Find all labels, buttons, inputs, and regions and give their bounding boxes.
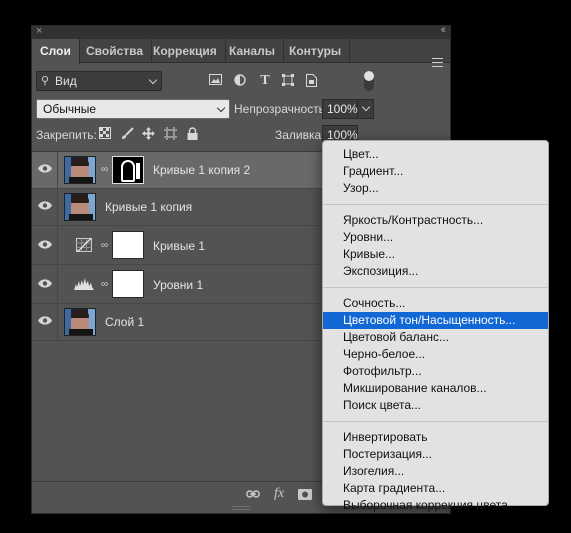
menu-item[interactable]: Уровни... <box>323 229 548 246</box>
menu-item[interactable]: Яркость/Контрастность... <box>323 212 548 229</box>
chevron-down-icon <box>148 75 158 85</box>
visibility-toggle[interactable] <box>32 304 58 340</box>
lock-label: Закрепить: <box>36 128 97 142</box>
close-icon[interactable]: × <box>36 25 42 37</box>
layer-name: Уровни 1 <box>153 278 204 292</box>
menu-item[interactable]: Сочность... <box>323 295 548 312</box>
layer-thumbnail <box>64 193 96 221</box>
layer-kind-filter[interactable]: ⚲ Вид <box>36 71 162 91</box>
opacity-label: Непрозрачность: <box>234 102 329 116</box>
menu-item[interactable]: Карта градиента... <box>323 480 548 497</box>
search-icon: ⚲ <box>41 75 50 87</box>
visibility-toggle[interactable] <box>32 152 58 188</box>
adjustment-filter-icon[interactable] <box>233 74 247 88</box>
filter-row: ⚲ Вид T <box>32 70 450 94</box>
smart-object-filter-icon[interactable] <box>304 74 318 88</box>
move-icon[interactable] <box>141 127 155 141</box>
visibility-toggle[interactable] <box>32 226 58 264</box>
tab-layers[interactable]: Слои <box>32 39 80 64</box>
menu-item[interactable]: Поиск цвета... <box>323 397 548 414</box>
add-mask-icon[interactable] <box>298 489 312 503</box>
curves-adjustment-icon <box>76 238 94 254</box>
fx-icon[interactable]: fx <box>274 486 284 502</box>
collapse-icon[interactable]: ‹‹ <box>441 24 447 36</box>
eye-icon <box>38 279 52 288</box>
menu-separator <box>323 204 548 205</box>
visibility-toggle[interactable] <box>32 265 58 303</box>
lock-icon[interactable] <box>185 127 199 141</box>
layer-mask-thumbnail <box>112 231 144 259</box>
panel-titlebar: × ‹‹ <box>32 24 450 39</box>
eye-icon <box>38 201 52 210</box>
layer-thumbnail <box>64 308 96 336</box>
brush-icon[interactable] <box>120 127 134 141</box>
menu-item[interactable]: Цветовой тон/Насыщенность... <box>323 312 548 329</box>
chevron-down-icon <box>361 102 371 112</box>
opacity-field[interactable]: 100% <box>322 99 358 119</box>
menu-separator <box>323 421 548 422</box>
menu-item[interactable]: Цвет... <box>323 146 548 163</box>
layer-name: Кривые 1 копия <box>105 200 193 214</box>
levels-adjustment-icon <box>74 278 94 294</box>
tab-channels[interactable]: Каналы <box>221 39 284 63</box>
menu-item[interactable]: Кривые... <box>323 246 548 263</box>
panel-menu-icon[interactable] <box>432 58 443 67</box>
link-icon: ∞ <box>101 279 109 290</box>
resize-grip[interactable] <box>232 506 250 510</box>
visibility-toggle[interactable] <box>32 189 58 225</box>
menu-item[interactable]: Постеризация... <box>323 446 548 463</box>
tab-adjustments[interactable]: Коррекция <box>145 39 226 63</box>
layer-mask-thumbnail <box>112 270 144 298</box>
menu-item[interactable]: Выборочная коррекция цвета... <box>323 497 548 514</box>
eye-icon <box>38 240 52 249</box>
menu-item[interactable]: Черно-белое... <box>323 346 548 363</box>
menu-item[interactable]: Микширование каналов... <box>323 380 548 397</box>
tab-paths[interactable]: Контуры <box>281 39 351 63</box>
link-layers-icon[interactable] <box>246 488 260 502</box>
menu-item[interactable]: Экспозиция... <box>323 263 548 280</box>
menu-item[interactable]: Инвертировать <box>323 429 548 446</box>
menu-item[interactable]: Узор... <box>323 180 548 197</box>
layer-mask-thumbnail <box>112 156 144 184</box>
blend-mode-select[interactable]: Обычные <box>36 99 230 119</box>
fill-label: Заливка: <box>275 128 325 142</box>
layer-name: Кривые 1 <box>153 239 206 253</box>
link-icon: ∞ <box>101 240 109 251</box>
menu-item[interactable]: Фотофильтр... <box>323 363 548 380</box>
layer-name: Кривые 1 копия 2 <box>153 163 251 177</box>
artboard-icon[interactable] <box>163 127 177 141</box>
menu-item[interactable]: Изогелия... <box>323 463 548 480</box>
menu-separator <box>323 287 548 288</box>
blend-mode-value: Обычные <box>43 102 97 116</box>
eye-icon <box>38 316 52 325</box>
shape-filter-icon[interactable] <box>281 74 295 88</box>
link-icon: ∞ <box>101 164 109 175</box>
filter-toggle[interactable] <box>364 71 374 91</box>
kind-filter-label: Вид <box>55 74 77 88</box>
blend-row: Обычные Непрозрачность: 100% <box>32 98 450 122</box>
layer-thumbnail <box>64 156 96 184</box>
menu-item[interactable]: Градиент... <box>323 163 548 180</box>
chevron-down-icon <box>216 103 226 113</box>
layer-name: Слой 1 <box>105 315 145 329</box>
menu-item[interactable]: Цветовой баланс... <box>323 329 548 346</box>
eye-icon <box>38 164 52 173</box>
image-filter-icon[interactable] <box>208 74 222 88</box>
lock-transparent-icon[interactable] <box>98 127 112 141</box>
adjustment-layer-menu: Цвет... Градиент... Узор... Яркость/Контрас… <box>322 140 549 512</box>
opacity-dropdown[interactable] <box>358 99 374 119</box>
tab-properties[interactable]: Свойства <box>78 39 153 63</box>
panel-tabs: Слои Свойства Коррекция Каналы Контуры <box>32 39 450 67</box>
type-filter-icon[interactable]: T <box>258 74 272 88</box>
